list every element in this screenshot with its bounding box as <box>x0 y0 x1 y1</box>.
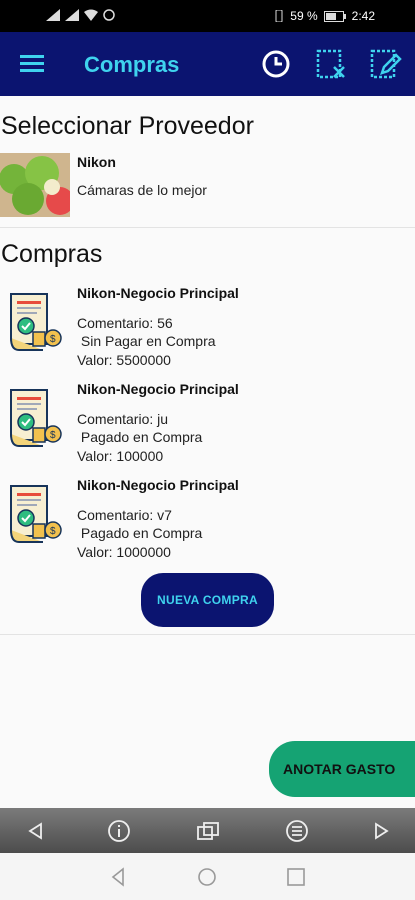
vibrate-icon <box>275 10 283 22</box>
signal-icon <box>65 9 79 21</box>
supplier-image <box>0 153 70 217</box>
main-content: Seleccionar Proveedor Nikon Cámaras de l… <box>0 96 415 808</box>
menu-icon[interactable] <box>20 53 46 75</box>
purchase-comment: Comentario: 56 <box>77 315 173 331</box>
invoice-icon: $ <box>10 485 62 543</box>
new-purchase-button[interactable]: NUEVA COMPRA <box>141 573 274 627</box>
whatsapp-icon <box>103 9 115 21</box>
purchase-title: Nikon-Negocio Principal <box>77 477 239 493</box>
status-icons-right: 59 % 2:42 <box>274 9 375 23</box>
recent-apps-icon[interactable] <box>196 819 220 843</box>
wifi-icon <box>84 9 98 21</box>
supplier-name: Nikon <box>77 154 116 170</box>
svg-text:$: $ <box>50 430 56 441</box>
status-icons-left <box>46 9 115 21</box>
overview-icon[interactable] <box>285 866 307 888</box>
back-triangle-icon[interactable] <box>24 819 48 843</box>
add-expense-button[interactable]: ANOTAR GASTO <box>269 741 415 797</box>
divider <box>0 227 415 228</box>
history-clock-icon[interactable] <box>259 47 293 81</box>
purchase-title: Nikon-Negocio Principal <box>77 381 239 397</box>
cancel-document-icon[interactable] <box>314 47 348 81</box>
system-navigation-bar <box>0 853 415 900</box>
purchase-comment: Comentario: v7 <box>77 507 172 523</box>
app-bar: Compras <box>0 32 415 96</box>
info-icon[interactable] <box>107 819 131 843</box>
supplier-section-title: Seleccionar Proveedor <box>1 112 254 140</box>
battery-icon <box>323 10 346 22</box>
invoice-icon: $ <box>10 293 62 351</box>
purchase-item[interactable]: $ Nikon-Negocio Principal Comentario: 56… <box>0 285 415 377</box>
clock: 2:42 <box>351 9 375 23</box>
emulator-toolbar <box>0 808 415 853</box>
supplier-description: Cámaras de lo mejor <box>77 182 207 198</box>
back-icon[interactable] <box>108 866 130 888</box>
battery-percent: 59 % <box>290 9 318 23</box>
invoice-icon: $ <box>10 389 62 447</box>
purchase-status: Pagado en Compra <box>77 429 203 445</box>
divider <box>0 634 415 635</box>
menu-circle-icon[interactable] <box>285 819 309 843</box>
status-bar: 59 % 2:42 <box>0 0 415 32</box>
forward-triangle-icon[interactable] <box>369 819 393 843</box>
purchases-section-title: Compras <box>1 240 103 268</box>
purchase-value: Valor: 1000000 <box>77 544 171 560</box>
purchase-title: Nikon-Negocio Principal <box>77 285 239 301</box>
home-icon[interactable] <box>196 866 218 888</box>
fruit-image-icon <box>0 153 70 217</box>
signal-icon <box>46 9 60 21</box>
supplier-card[interactable]: Nikon Cámaras de lo mejor <box>0 153 415 225</box>
purchase-comment: Comentario: ju <box>77 411 169 427</box>
purchase-item[interactable]: $ Nikon-Negocio Principal Comentario: v7… <box>0 477 415 569</box>
purchase-value: Valor: 5500000 <box>77 352 171 368</box>
page-title: Compras <box>84 52 180 77</box>
purchase-status: Sin Pagar en Compra <box>77 333 216 349</box>
edit-document-icon[interactable] <box>368 47 402 81</box>
purchase-value: Valor: 100000 <box>77 448 164 464</box>
purchase-item[interactable]: $ Nikon-Negocio Principal Comentario: ju… <box>0 381 415 473</box>
svg-text:$: $ <box>50 526 56 537</box>
purchase-status: Pagado en Compra <box>77 525 203 541</box>
svg-text:$: $ <box>50 334 56 345</box>
